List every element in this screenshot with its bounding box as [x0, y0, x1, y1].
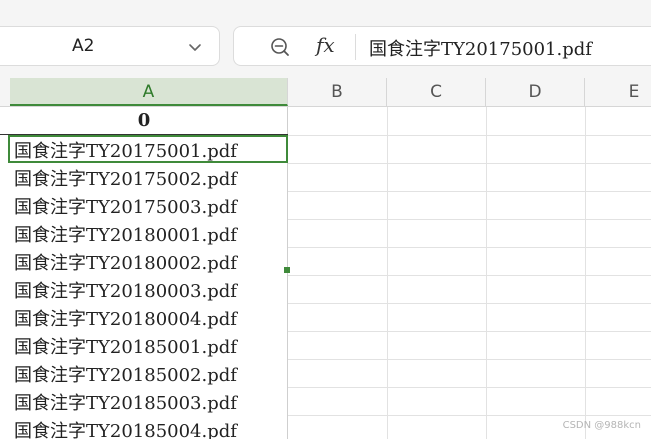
- formula-separator: [355, 34, 356, 60]
- cell-a5[interactable]: 国食注字TY20180001.pdf: [0, 219, 288, 247]
- watermark: CSDN @988kcn: [562, 420, 641, 431]
- cell-a12[interactable]: 国食注字TY20185004.pdf: [0, 415, 288, 439]
- gridline: [288, 191, 651, 192]
- cell-a7[interactable]: 国食注字TY20180003.pdf: [0, 275, 288, 303]
- cell-a4[interactable]: 国食注字TY20175003.pdf: [0, 191, 288, 219]
- fx-icon[interactable]: fx: [316, 33, 335, 57]
- formula-toolbar: A2 fx 国食注字TY20175001.pdf: [0, 0, 651, 78]
- name-box[interactable]: A2: [0, 26, 220, 66]
- cell-a8[interactable]: 国食注字TY20180004.pdf: [0, 303, 288, 331]
- gridline: [288, 163, 651, 164]
- gridline: [288, 359, 651, 360]
- gridline: [585, 107, 586, 439]
- gridline: [288, 275, 651, 276]
- gridline: [288, 247, 651, 248]
- gridline: [288, 331, 651, 332]
- cell-a9[interactable]: 国食注字TY20185001.pdf: [0, 331, 288, 359]
- gridline: [288, 303, 651, 304]
- cell-grid: 0 国食注字TY20175001.pdf 国食注字TY20175002.pdf …: [0, 107, 651, 439]
- column-header-b[interactable]: B: [288, 78, 387, 106]
- column-header-d[interactable]: D: [486, 78, 585, 106]
- gridline: [288, 415, 651, 416]
- cell-a6[interactable]: 国食注字TY20180002.pdf: [0, 247, 288, 275]
- cell-a2-active[interactable]: 国食注字TY20175001.pdf: [8, 135, 288, 163]
- column-header-e[interactable]: E: [585, 78, 651, 106]
- gridline: [288, 219, 651, 220]
- formula-bar[interactable]: fx 国食注字TY20175001.pdf: [233, 26, 651, 66]
- name-box-value: A2: [72, 36, 95, 56]
- cell-a10[interactable]: 国食注字TY20185002.pdf: [0, 359, 288, 387]
- column-header-a[interactable]: A: [10, 78, 288, 106]
- spreadsheet-window: A2 fx 国食注字TY20175001.pdf A B C D E 0 国食注…: [0, 0, 651, 439]
- gridline: [288, 135, 651, 136]
- cell-a1[interactable]: 0: [0, 107, 288, 135]
- formula-input[interactable]: 国食注字TY20175001.pdf: [369, 35, 592, 61]
- cell-a11[interactable]: 国食注字TY20185003.pdf: [0, 387, 288, 415]
- zoom-out-icon[interactable]: [269, 36, 291, 58]
- column-header-c[interactable]: C: [387, 78, 486, 106]
- gridline: [288, 387, 651, 388]
- gridline: [486, 107, 487, 439]
- cell-a3[interactable]: 国食注字TY20175002.pdf: [0, 163, 288, 191]
- column-header-row: A B C D E: [0, 78, 651, 107]
- column-a: 0 国食注字TY20175001.pdf 国食注字TY20175002.pdf …: [0, 107, 288, 439]
- gridline: [387, 107, 388, 439]
- chevron-down-icon[interactable]: [186, 38, 204, 56]
- fill-handle[interactable]: [284, 267, 290, 273]
